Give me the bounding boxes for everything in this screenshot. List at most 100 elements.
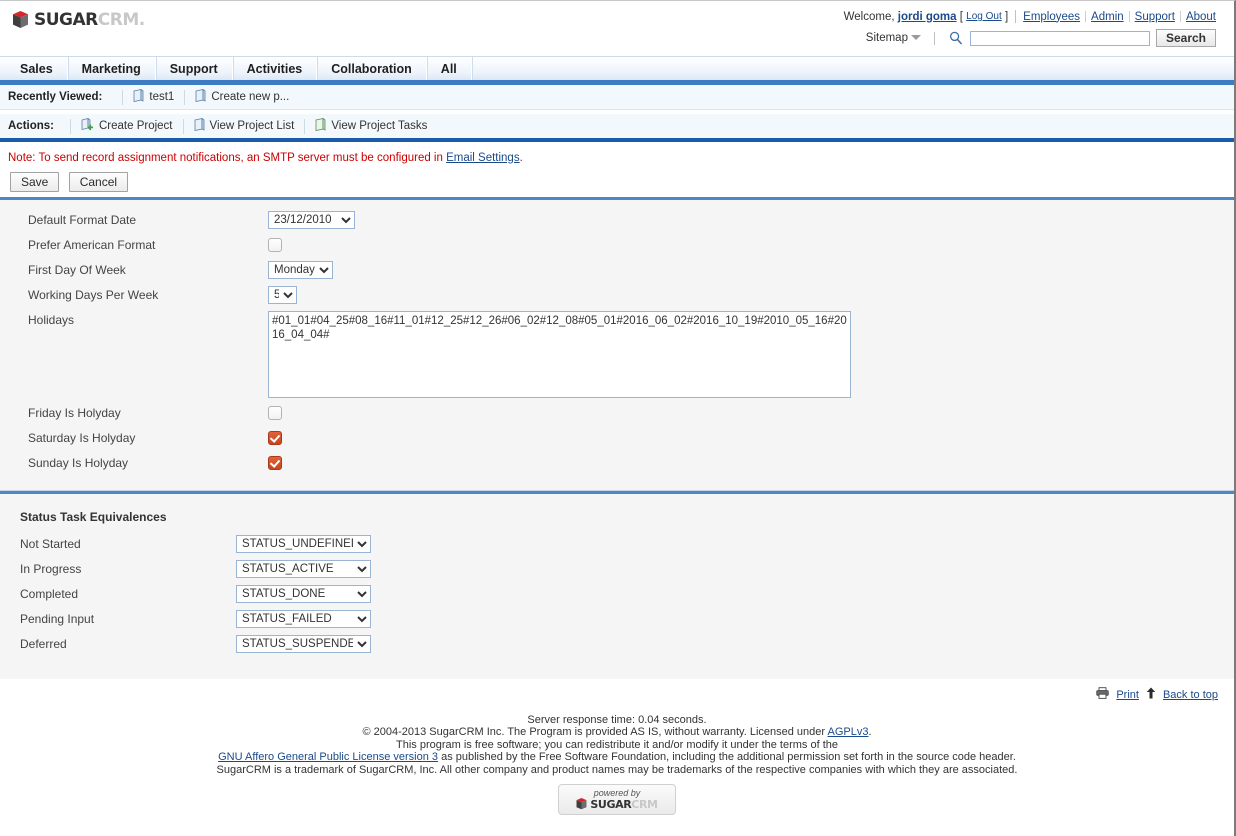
label-deferred: Deferred [20, 637, 67, 651]
document-icon [194, 117, 205, 134]
footer-line-license: GNU Affero General Public License versio… [0, 751, 1234, 763]
search-input[interactable] [969, 30, 1150, 46]
tab-sales[interactable]: Sales [0, 57, 68, 80]
tab-marketing[interactable]: Marketing [68, 57, 156, 80]
deferred-status-select[interactable]: STATUS_SUSPENDED STATUS_UNDEFINED STATUS… [236, 635, 371, 653]
label-first-day-of-week: First Day Of Week [28, 263, 126, 277]
in-progress-status-select[interactable]: STATUS_ACTIVE STATUS_UNDEFINED STATUS_DO… [236, 560, 371, 578]
action-create-project[interactable]: Create Project [81, 117, 173, 134]
default-format-date-select[interactable]: 23/12/2010 12/23/2010 2010-12-23 23.12.2… [268, 211, 355, 229]
page-header: SUGARCRM. Welcome, jordi goma [ Log Out … [0, 1, 1234, 56]
tab-support[interactable]: Support [156, 57, 233, 80]
working-days-per-week-select[interactable]: 5 4 6 7 [268, 286, 297, 304]
friday-is-holyday-checkbox[interactable] [268, 406, 282, 420]
divider [304, 118, 306, 134]
header-divider [1085, 11, 1087, 22]
logout-link[interactable]: Log Out [966, 11, 1002, 22]
search-icon [948, 30, 964, 46]
panel-bottom-spacer [0, 657, 1234, 671]
action-label: Create Project [99, 120, 173, 132]
powered-crm-text: CRM [631, 797, 658, 811]
field-row-pending-input: Pending Input STATUS_FAILED STATUS_UNDEF… [0, 607, 1234, 632]
smtp-note: Note: To send record assignment notifica… [0, 143, 1234, 172]
cancel-button[interactable]: Cancel [68, 172, 129, 192]
sugarcrm-page: SUGARCRM. Welcome, jordi goma [ Log Out … [0, 0, 1236, 836]
current-user-link[interactable]: jordi goma [898, 11, 957, 23]
first-day-of-week-select[interactable]: Monday Sunday Saturday [268, 261, 333, 279]
field-row-holidays: Holidays #01_01#04_25#08_16#11_01#12_25#… [0, 308, 1234, 401]
field-row-completed: Completed STATUS_DONE STATUS_UNDEFINED S… [0, 582, 1234, 607]
field-row-in-progress: In Progress STATUS_ACTIVE STATUS_UNDEFIN… [0, 557, 1234, 582]
label-holidays: Holidays [28, 313, 75, 327]
holidays-textarea[interactable]: #01_01#04_25#08_16#11_01#12_25#12_26#06_… [268, 311, 851, 398]
action-label: View Project List [209, 120, 295, 132]
label-not-started: Not Started [20, 537, 81, 551]
field-row-not-started: Not Started STATUS_UNDEFINED STATUS_ACTI… [0, 532, 1234, 557]
sugar-cube-icon [576, 797, 587, 812]
footer-line-trademark: SugarCRM is a trademark of SugarCRM, Inc… [216, 763, 1018, 776]
divider [182, 118, 184, 134]
footer-legal-text: Server response time: 0.04 seconds. © 20… [0, 714, 1234, 776]
agplv3-link[interactable]: AGPLv3 [828, 726, 869, 738]
recent-item-label: Create new p... [211, 91, 290, 103]
employees-link[interactable]: Employees [1023, 11, 1080, 23]
tab-collaboration[interactable]: Collaboration [317, 57, 427, 80]
module-tab-bar: Sales Marketing Support Activities Colla… [0, 56, 1234, 80]
actions-bar: Actions: Create Project View Project Lis… [0, 114, 1234, 138]
back-to-top-link[interactable]: Back to top [1163, 689, 1218, 701]
footer-utility-links: Print Back to top [0, 687, 1234, 702]
admin-link[interactable]: Admin [1091, 11, 1124, 23]
license-text-after: as published by the Free Software Founda… [438, 751, 1016, 764]
gnu-agpl-link[interactable]: GNU Affero General Public License versio… [218, 751, 438, 763]
sitemap-button[interactable]: Sitemap [866, 32, 921, 44]
create-project-icon [81, 117, 94, 134]
tasks-icon [315, 117, 326, 134]
label-working-days-per-week: Working Days Per Week [28, 288, 159, 302]
print-link[interactable]: Print [1116, 689, 1139, 701]
document-icon [195, 88, 206, 105]
header-divider [933, 31, 935, 45]
prefer-american-format-checkbox[interactable] [268, 238, 282, 252]
chevron-down-icon [910, 35, 921, 40]
footer-line-free-software: This program is free software; you can r… [395, 738, 839, 751]
recent-item-create-new-p[interactable]: Create new p... [195, 88, 290, 105]
sitemap-label: Sitemap [865, 32, 908, 44]
not-started-status-select[interactable]: STATUS_UNDEFINED STATUS_ACTIVE STATUS_DO… [236, 535, 371, 553]
sunday-is-holyday-checkbox[interactable] [268, 456, 282, 470]
powered-by-sugarcrm-badge[interactable]: powered by SUGARCRM [558, 784, 676, 816]
page-footer: Print Back to top Server response time: … [0, 679, 1234, 816]
tab-bar-filler [472, 57, 1234, 80]
header-divider [1128, 11, 1130, 22]
field-row-deferred: Deferred STATUS_SUSPENDED STATUS_UNDEFIN… [0, 632, 1234, 657]
label-completed: Completed [20, 587, 79, 601]
recent-item-test1[interactable]: test1 [133, 88, 174, 105]
sugarcrm-logo[interactable]: SUGARCRM. [12, 10, 145, 30]
search-button[interactable]: Search [1155, 29, 1216, 47]
tab-activities[interactable]: Activities [233, 57, 318, 80]
footer-line-copyright: © 2004-2013 SugarCRM Inc. The Program is… [0, 726, 1234, 738]
field-row-prefer-american-format: Prefer American Format [0, 233, 1234, 258]
action-view-project-list[interactable]: View Project List [194, 117, 295, 134]
copyright-text-before: © 2004-2013 SugarCRM Inc. The Program is… [362, 726, 828, 739]
welcome-prefix: Welcome, [843, 10, 895, 23]
settings-form-panel: Default Format Date 23/12/2010 12/23/201… [0, 200, 1234, 679]
email-settings-link[interactable]: Email Settings [446, 152, 520, 164]
field-row-default-format-date: Default Format Date 23/12/2010 12/23/201… [0, 208, 1234, 233]
label-saturday-is-holyday: Saturday Is Holyday [28, 431, 136, 445]
about-link[interactable]: About [1186, 11, 1216, 23]
field-row-friday-is-holyday: Friday Is Holyday [0, 401, 1234, 426]
completed-status-select[interactable]: STATUS_DONE STATUS_UNDEFINED STATUS_ACTI… [236, 585, 371, 603]
label-default-format-date: Default Format Date [28, 213, 137, 227]
label-in-progress: In Progress [20, 562, 82, 576]
save-button[interactable]: Save [10, 172, 60, 192]
print-icon [1096, 687, 1110, 702]
tab-all[interactable]: All [427, 57, 472, 80]
powered-sugar-text: SUGAR [590, 797, 632, 811]
divider [122, 89, 124, 105]
pending-input-status-select[interactable]: STATUS_FAILED STATUS_UNDEFINED STATUS_AC… [236, 610, 371, 628]
action-view-project-tasks[interactable]: View Project Tasks [315, 117, 427, 134]
saturday-is-holyday-checkbox[interactable] [268, 431, 282, 445]
support-link[interactable]: Support [1135, 11, 1175, 23]
form-action-buttons: Save Cancel [0, 172, 1234, 194]
field-row-working-days-per-week: Working Days Per Week 5 4 6 7 [0, 283, 1234, 308]
